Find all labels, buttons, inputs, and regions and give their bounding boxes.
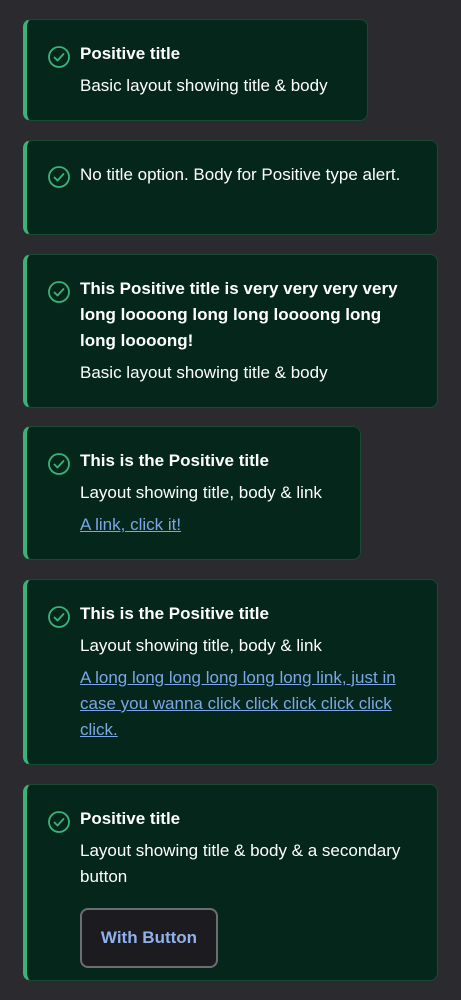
check-circle-icon [48,281,70,303]
alert-title: Positive title [80,809,181,828]
alert-body: Layout showing title, body & link [80,636,322,655]
check-circle-icon [48,606,70,628]
alert-body: Layout showing title & body & a secondar… [80,841,401,886]
alert-title: This is the Positive title [80,451,269,470]
alert-title: Positive title [80,44,181,63]
alert-body: Basic layout showing title & body [80,76,328,95]
alert-body: No title option. Body for Positive type … [80,165,401,184]
alert-content: This is the Positive title Layout showin… [80,601,415,743]
alert-positive-with-link: This is the Positive title Layout showin… [23,426,361,560]
check-circle-icon [48,166,70,188]
check-circle-icon [48,811,70,833]
alert-content: This is the Positive title Layout showin… [80,448,338,538]
alert-positive-no-title: No title option. Body for Positive type … [23,140,438,235]
alert-positive-with-button: Positive title Layout showing title & bo… [23,784,438,981]
alert-body: Layout showing title, body & link [80,483,322,502]
alert-content: Positive title Layout showing title & bo… [80,806,415,968]
alert-content: Positive title Basic layout showing titl… [80,41,345,99]
alert-positive-long-link: This is the Positive title Layout showin… [23,579,438,765]
alert-title: This Positive title is very very very ve… [80,279,398,350]
alert-positive-basic: Positive title Basic layout showing titl… [23,19,368,121]
alert-link[interactable]: A long long long long long long link, ju… [80,665,415,743]
alert-positive-long-title: This Positive title is very very very ve… [23,254,438,408]
alert-content: This Positive title is very very very ve… [80,276,415,386]
secondary-button[interactable]: With Button [80,908,218,968]
check-circle-icon [48,453,70,475]
alert-content: No title option. Body for Positive type … [80,162,415,188]
alert-link[interactable]: A link, click it! [80,512,338,538]
check-circle-icon [48,46,70,68]
alert-title: This is the Positive title [80,604,269,623]
alert-body: Basic layout showing title & body [80,363,328,382]
